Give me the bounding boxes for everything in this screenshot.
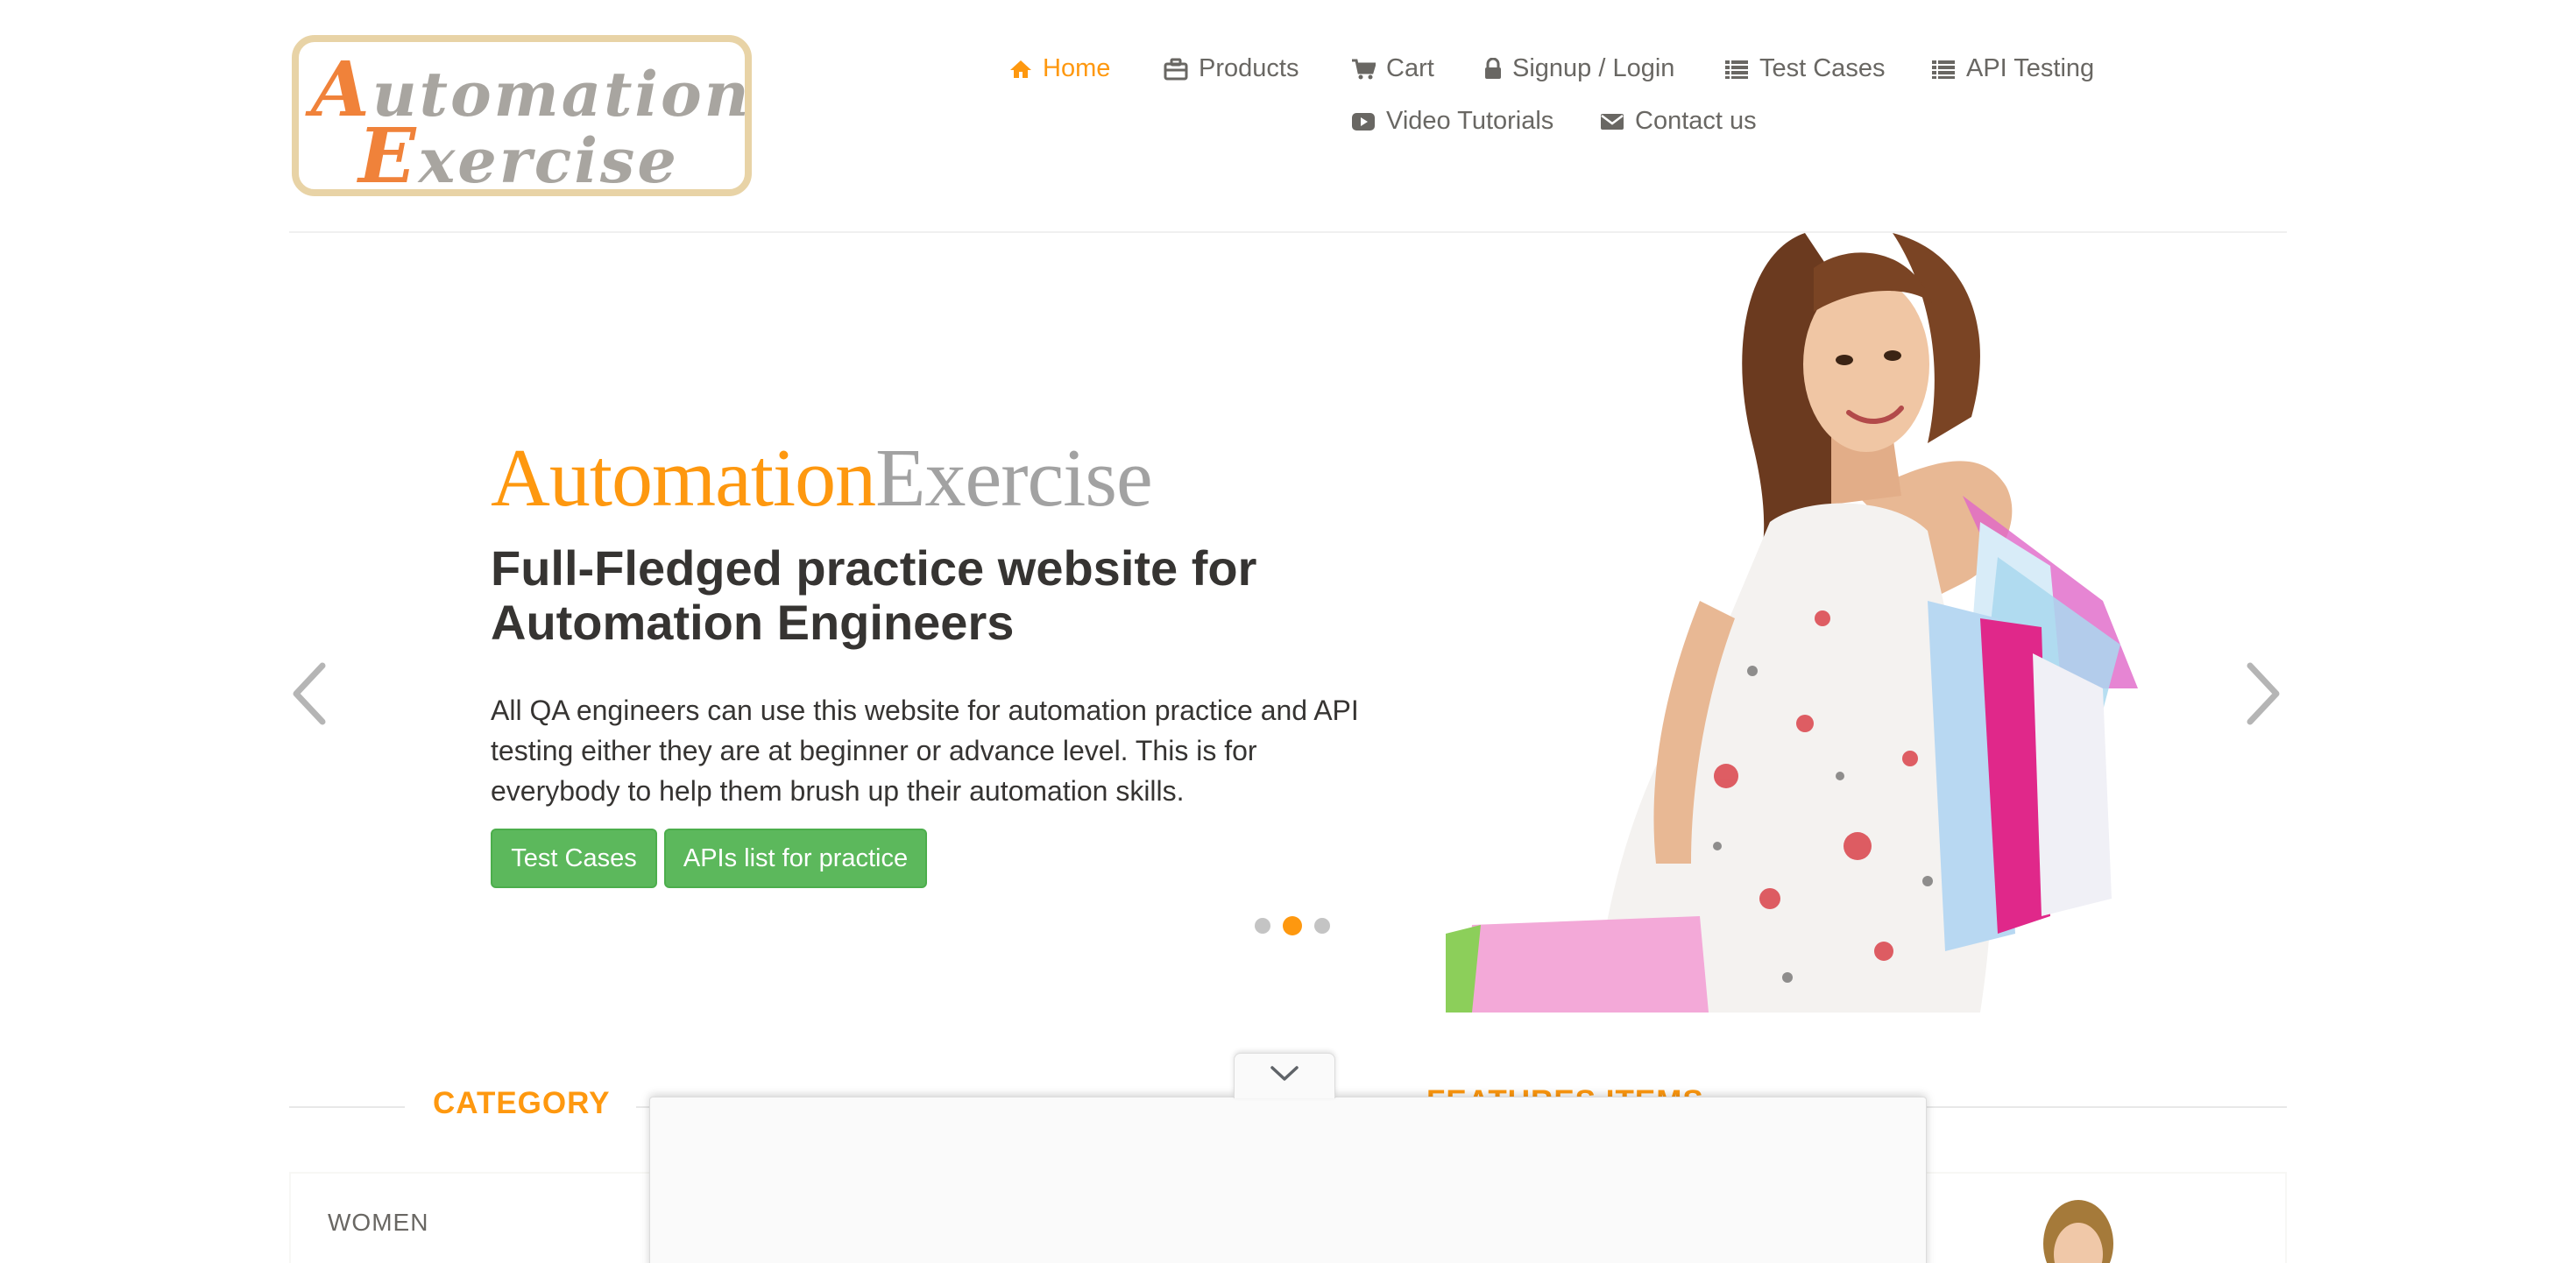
- list-icon: [1724, 59, 1749, 80]
- slider-brand-title: AutomationExercise: [491, 431, 1153, 526]
- product-thumbnail: [2043, 1200, 2113, 1263]
- ad-banner-overlay[interactable]: [649, 1097, 1927, 1263]
- chevron-left-icon: [289, 662, 328, 729]
- nav-products[interactable]: Products: [1164, 54, 1299, 83]
- chevron-down-icon: [1270, 1065, 1299, 1087]
- home-icon: [1009, 59, 1032, 80]
- nav-products-label: Products: [1199, 54, 1299, 82]
- hero-slider: AutomationExercise Full-Fledged practice…: [289, 233, 2287, 1013]
- test-cases-button[interactable]: Test Cases: [491, 829, 657, 888]
- nav-signup-login-label: Signup / Login: [1512, 54, 1675, 82]
- envelope-icon: [1600, 111, 1624, 132]
- nav-cart-label: Cart: [1386, 54, 1434, 82]
- nav-home[interactable]: Home: [1009, 54, 1110, 83]
- slider-next-arrow[interactable]: [2245, 662, 2283, 730]
- ad-collapse-toggle[interactable]: [1234, 1053, 1335, 1098]
- slider-dot-3[interactable]: [1314, 918, 1330, 934]
- hero-image-girl-shopping: [1437, 233, 2190, 1013]
- nav-signup-login[interactable]: Signup / Login: [1484, 54, 1674, 83]
- chevron-right-icon: [2245, 662, 2283, 729]
- slider-dot-1[interactable]: [1255, 918, 1270, 934]
- list-icon: [1931, 59, 1956, 80]
- nav-cart[interactable]: Cart: [1351, 54, 1434, 83]
- apis-list-button[interactable]: APIs list for practice: [664, 829, 927, 888]
- category-title-rule-left: [289, 1106, 405, 1108]
- slider-dot-2[interactable]: [1283, 916, 1302, 935]
- nav-test-cases[interactable]: Test Cases: [1724, 54, 1885, 83]
- main-nav: Home Products Cart Signup / Login Test C…: [0, 0, 2576, 175]
- brand-part-automation: Automation: [491, 433, 876, 524]
- youtube-play-icon: [1351, 111, 1376, 132]
- slider-prev-arrow[interactable]: [289, 662, 328, 730]
- brand-part-exercise: Exercise: [875, 433, 1153, 524]
- category-panel: WOMEN: [289, 1172, 675, 1263]
- nav-video-tutorials[interactable]: Video Tutorials: [1351, 107, 1553, 136]
- lock-icon: [1484, 57, 1502, 81]
- nav-test-cases-label: Test Cases: [1759, 54, 1886, 82]
- product-card: [1919, 1172, 2287, 1263]
- nav-home-label: Home: [1043, 54, 1111, 82]
- nav-video-tutorials-label: Video Tutorials: [1386, 107, 1554, 135]
- hero-heading: Full-Fledged practice website for Automa…: [491, 540, 1257, 650]
- cart-icon: [1351, 58, 1376, 81]
- briefcase-icon: [1164, 58, 1188, 81]
- hero-description: All QA engineers can use this website fo…: [491, 695, 1359, 807]
- slider-indicators: [1255, 916, 1330, 935]
- nav-api-testing[interactable]: API Testing: [1931, 54, 2094, 83]
- category-women[interactable]: WOMEN: [328, 1209, 428, 1237]
- nav-contact-us-label: Contact us: [1635, 107, 1757, 135]
- nav-contact-us[interactable]: Contact us: [1600, 107, 1757, 136]
- category-title: CATEGORY: [433, 1086, 611, 1120]
- nav-api-testing-label: API Testing: [1966, 54, 2095, 82]
